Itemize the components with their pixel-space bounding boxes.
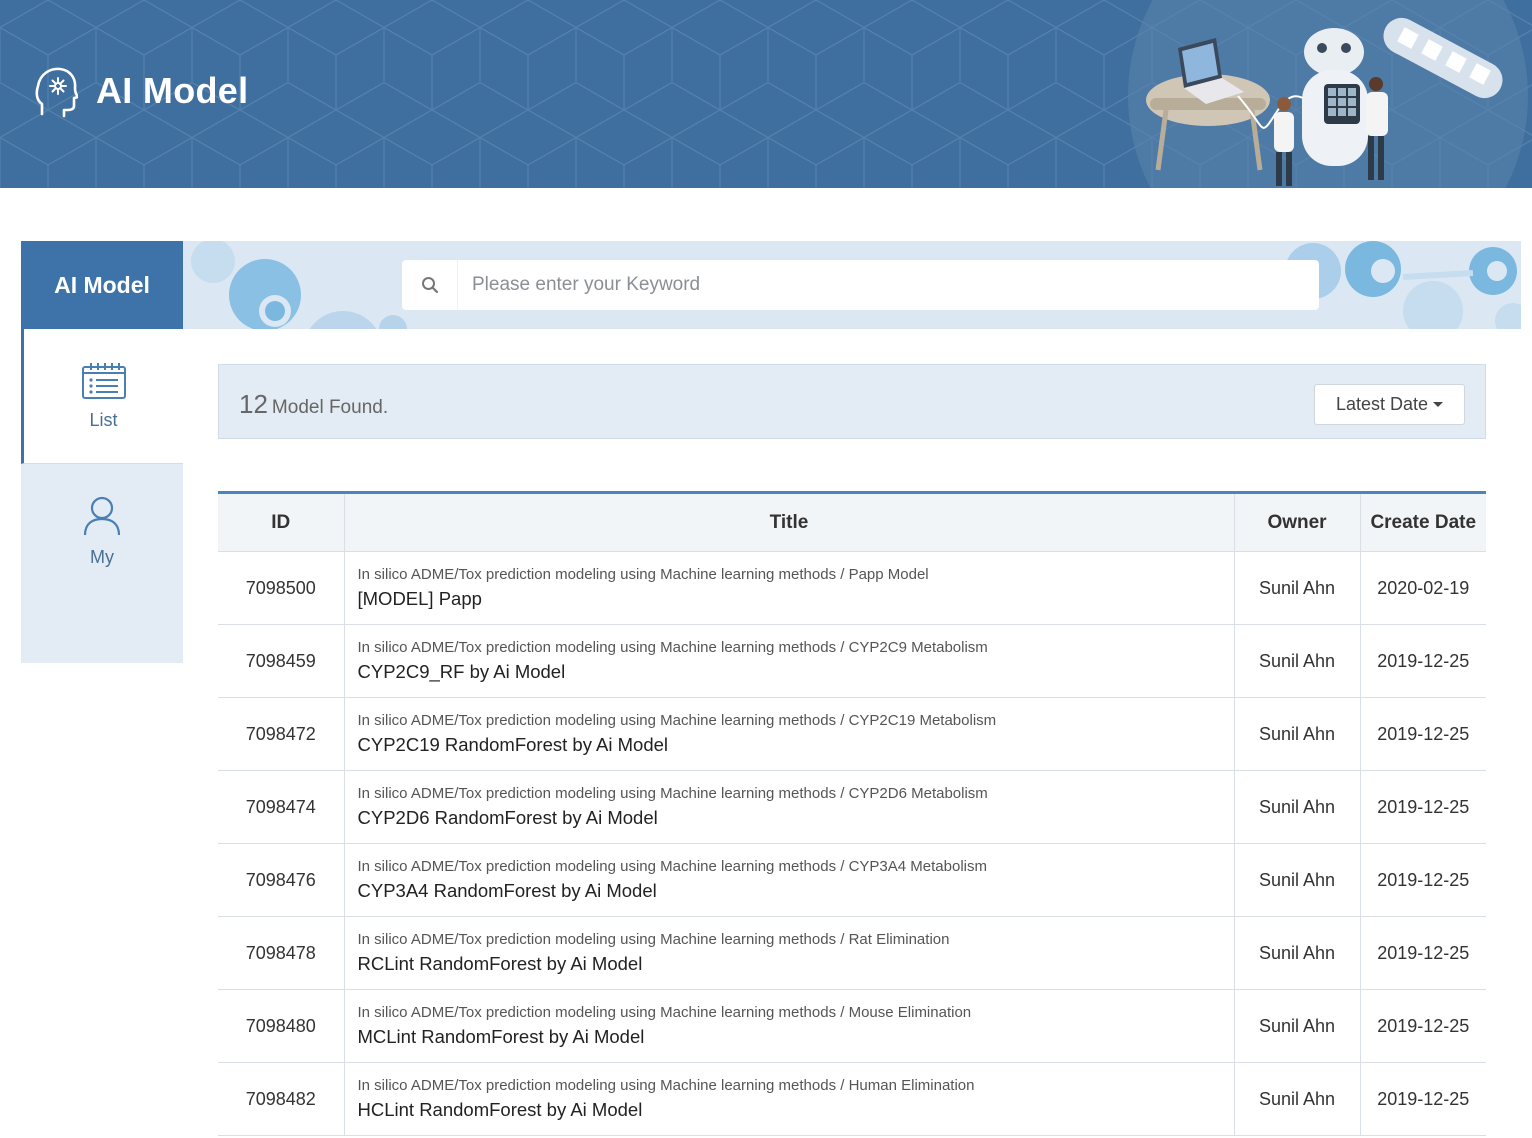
cell-title: In silico ADME/Tox prediction modeling u… [344,1062,1235,1136]
model-subtitle: In silico ADME/Tox prediction modeling u… [357,931,950,948]
list-icon [81,362,126,399]
cell-id: 7098472 [218,697,345,771]
ai-lab-illustration [1128,0,1528,188]
table-row[interactable]: 7098482 In silico ADME/Tox prediction mod… [218,1062,1486,1136]
model-subtitle: In silico ADME/Tox prediction modeling u… [357,785,988,802]
model-table: ID Title Owner Create Date 7098500 In sil… [218,491,1486,1136]
user-icon [83,496,121,536]
brain-head-icon [35,67,78,118]
cell-title: In silico ADME/Tox prediction modeling u… [344,697,1235,771]
cell-id: 7098480 [218,989,345,1063]
column-header-owner[interactable]: Owner [1234,492,1361,552]
model-title-link[interactable]: HCLint RandomForest by Ai Model [358,1099,1234,1121]
brand[interactable]: AI Model [34,64,248,118]
header-banner: AI Model [0,0,1532,188]
result-count: 12 Model Found. [239,389,388,420]
cell-id: 7098474 [218,770,345,844]
cell-id: 7098482 [218,1062,345,1136]
cell-create-date: 2019-12-25 [1360,770,1486,844]
cell-owner: Sunil Ahn [1234,697,1361,771]
model-title-link[interactable]: CYP2D6 RandomForest by Ai Model [358,807,1234,829]
table-row[interactable]: 7098474 In silico ADME/Tox prediction mod… [218,770,1486,844]
table-row[interactable]: 7098480 In silico ADME/Tox prediction mod… [218,989,1486,1063]
table-row[interactable]: 7098472 In silico ADME/Tox prediction mod… [218,697,1486,771]
column-header-create-date[interactable]: Create Date [1360,492,1486,552]
cell-title: In silico ADME/Tox prediction modeling u… [344,989,1235,1063]
sidebar-item-label: List [89,409,118,430]
model-table-wrapper: ID Title Owner Create Date 7098500 In sil… [218,491,1486,1136]
cell-title: In silico ADME/Tox prediction modeling u… [344,916,1235,990]
table-row[interactable]: 7098459 In silico ADME/Tox prediction mod… [218,624,1486,698]
sidebar-item-my[interactable]: My [21,464,183,599]
cell-id: 7098476 [218,843,345,917]
cell-create-date: 2019-12-25 [1360,697,1486,771]
cell-create-date: 2019-12-25 [1360,916,1486,990]
model-subtitle: In silico ADME/Tox prediction modeling u… [357,1077,975,1094]
cell-create-date: 2019-12-25 [1360,1062,1486,1136]
cell-create-date: 2019-12-25 [1360,624,1486,698]
results-summary-bar: 12 Model Found. Latest Date [218,364,1486,439]
model-subtitle: In silico ADME/Tox prediction modeling u… [357,1004,972,1021]
cell-owner: Sunil Ahn [1234,624,1361,698]
model-title-link[interactable]: CYP2C19 RandomForest by Ai Model [358,734,1234,756]
sidebar: List My [21,329,183,663]
search-box [402,260,1319,310]
search-bar-area [183,241,1521,329]
page-title: AI Model [96,70,249,111]
sidebar-item-label: My [90,547,114,567]
sort-dropdown-label: Latest Date [1335,394,1429,414]
cell-owner: Sunil Ahn [1234,551,1361,625]
cell-owner: Sunil Ahn [1234,1062,1361,1136]
model-title-link[interactable]: CYP2C9_RF by Ai Model [358,661,1234,683]
column-header-title[interactable]: Title [344,492,1235,552]
model-title-link[interactable]: [MODEL] Papp [358,588,1234,610]
model-subtitle: In silico ADME/Tox prediction modeling u… [357,712,997,729]
table-row[interactable]: 7098478 In silico ADME/Tox prediction mod… [218,916,1486,990]
table-row[interactable]: 7098500 In silico ADME/Tox prediction mod… [218,551,1486,625]
cell-title: In silico ADME/Tox prediction modeling u… [344,770,1235,844]
cell-id: 7098478 [218,916,345,990]
search-icon[interactable] [402,260,458,310]
model-title-link[interactable]: RCLint RandomForest by Ai Model [358,953,1234,975]
column-header-id[interactable]: ID [218,492,345,552]
model-subtitle: In silico ADME/Tox prediction modeling u… [357,639,988,656]
model-subtitle: In silico ADME/Tox prediction modeling u… [357,858,987,875]
cell-title: In silico ADME/Tox prediction modeling u… [344,843,1235,917]
result-count-number: 12 [239,389,268,419]
sidebar-item-list[interactable]: List [21,329,183,464]
cell-owner: Sunil Ahn [1234,989,1361,1063]
table-header-row: ID Title Owner Create Date [218,492,1486,552]
model-subtitle: In silico ADME/Tox prediction modeling u… [357,566,929,583]
table-row[interactable]: 7098476 In silico ADME/Tox prediction mod… [218,843,1486,917]
cell-owner: Sunil Ahn [1234,916,1361,990]
result-count-label: Model Found. [271,397,389,418]
cell-title: In silico ADME/Tox prediction modeling u… [344,624,1235,698]
cell-title: In silico ADME/Tox prediction modeling u… [344,551,1235,625]
cell-owner: Sunil Ahn [1234,770,1361,844]
sort-dropdown[interactable]: Latest Date [1314,384,1465,425]
caret-down-icon [1433,402,1444,407]
cell-create-date: 2020-02-19 [1360,551,1486,625]
cell-id: 7098459 [218,624,345,698]
model-title-link[interactable]: MCLint RandomForest by Ai Model [358,1026,1234,1048]
cell-owner: Sunil Ahn [1234,843,1361,917]
cell-id: 7098500 [218,551,345,625]
cell-create-date: 2019-12-25 [1360,989,1486,1063]
sidebar-header: AI Model [21,241,183,329]
model-title-link[interactable]: CYP3A4 RandomForest by Ai Model [358,880,1234,902]
cell-create-date: 2019-12-25 [1360,843,1486,917]
search-input[interactable] [458,262,1319,308]
